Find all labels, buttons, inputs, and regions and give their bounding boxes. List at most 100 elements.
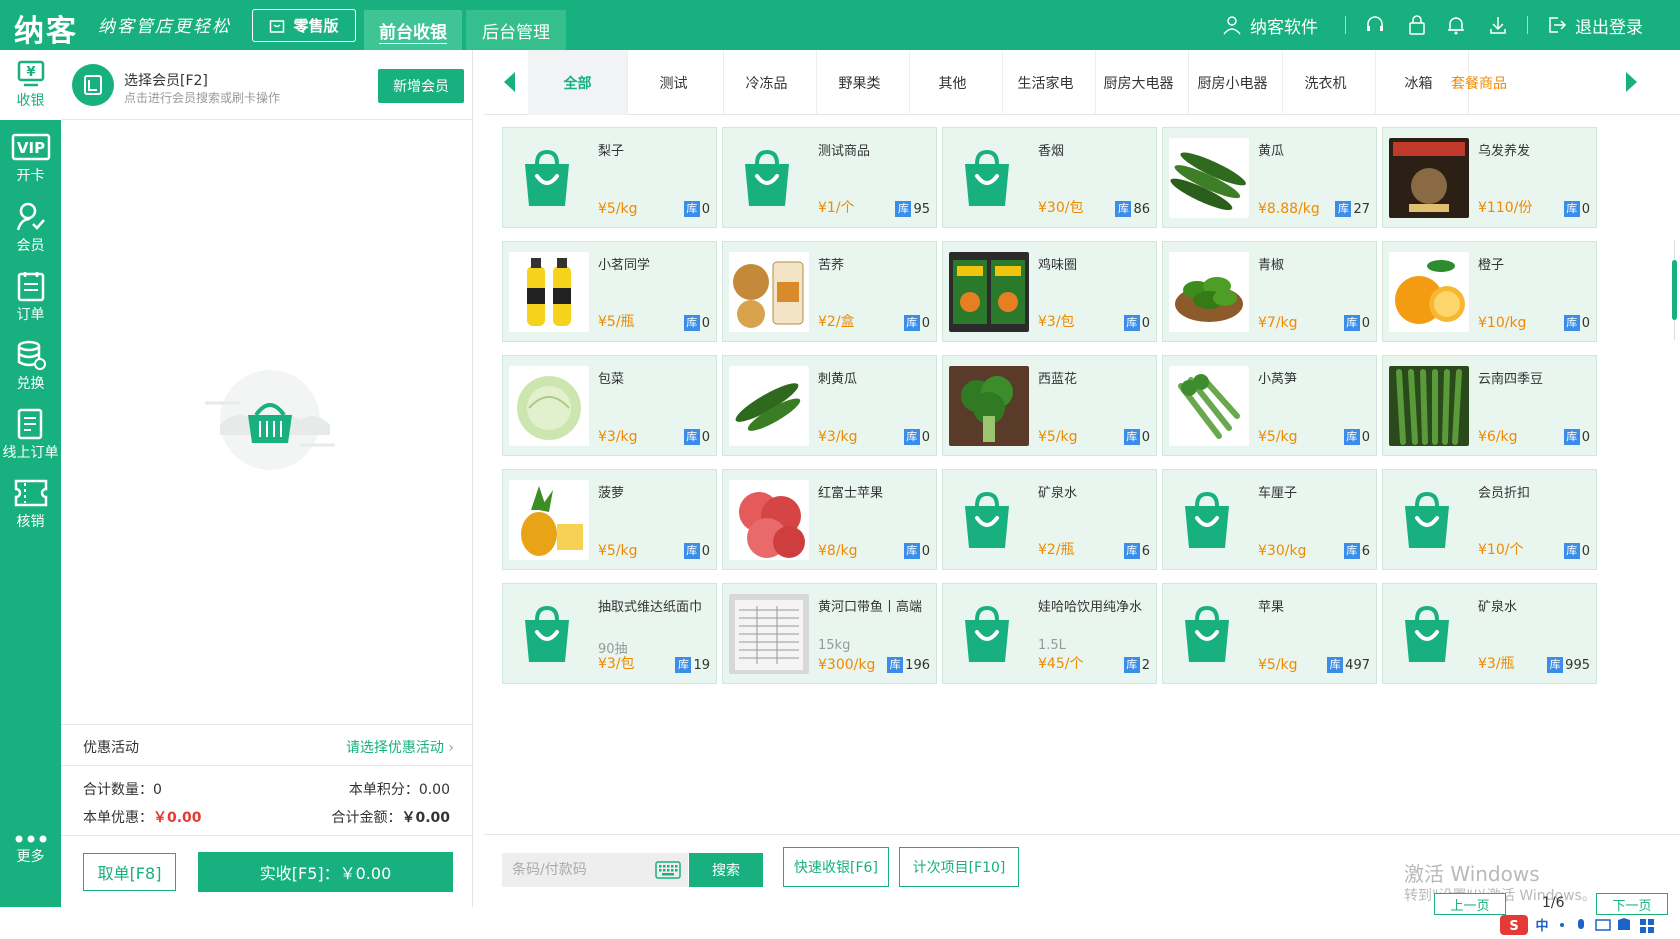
product-name: 黄河口带鱼丨高端 [818,600,923,615]
product-name: 车厘子 [1258,486,1298,501]
cancel-order-button[interactable]: 取单[F8] [83,853,176,891]
product-image [729,366,809,446]
keyboard-icon[interactable] [655,861,681,879]
product-area: 全部 测试 冷冻品 野果类 其他 生活家电 厨房大电器 厨房小电器 洗衣机 冰箱 套餐商品 梨子 ¥5… [484,50,1680,935]
sidebar-item-exchange[interactable]: 兑换 [0,331,61,401]
product-card[interactable]: 乌发养发 ¥110/份 库 0 [1382,127,1597,228]
user-menu[interactable]: 纳客软件 [1222,0,1318,50]
shopping-bag-icon [741,149,793,212]
product-card[interactable]: 黄河口带鱼丨高端 15kg ¥300/kg 库 196 [722,583,937,684]
product-card[interactable]: 车厘子 ¥30/kg 库 6 [1162,469,1377,570]
count-item-button[interactable]: 计次项目[F10] [899,847,1019,887]
product-card[interactable]: 小莴笋 ¥5/kg 库 0 [1162,355,1377,456]
category-tabs: 全部 测试 冷冻品 野果类 其他 生活家电 厨房大电器 厨房小电器 洗衣机 冰箱 套餐商品 [484,50,1680,115]
promo-row[interactable]: 优惠活动 请选择优惠活动 › [61,724,472,766]
category-tab[interactable]: 野果类 [810,50,910,115]
category-tab[interactable]: 全部 [528,50,628,115]
sidebar-item-more[interactable]: 更多 [0,820,61,880]
product-name: 梨子 [598,144,625,159]
member-selector[interactable]: 选择会员[F2] 点击进行会员搜索或刷卡操作 新增会员 [61,50,472,120]
product-stock: 库0 [683,201,710,217]
tab-back-admin[interactable]: 后台管理 [466,10,566,50]
quick-cashier-button[interactable]: 快速收银[F6] [783,847,889,887]
category-tab[interactable]: 套餐商品 [1444,50,1514,115]
product-card[interactable]: 黄瓜 ¥8.88/kg 库 27 [1162,127,1377,228]
checkout-actions: 取单[F8] 实收[F5]：￥0.00 [61,836,472,907]
category-tab[interactable]: 测试 [624,50,724,115]
product-card[interactable]: 菠萝 ¥5/kg 库 0 [502,469,717,570]
stock-badge: 库 [1123,657,1140,673]
product-name: 香烟 [1038,144,1065,159]
product-card[interactable]: 橙子 ¥10/kg 库 0 [1382,241,1597,342]
stock-value: 0 [1361,429,1370,445]
bottom-toolbar: 条码/付款码 搜索 快速收银[F6] 计次项目[F10] 激活 Windows … [484,834,1680,935]
download-button[interactable] [1489,0,1507,50]
sidebar-label: 开卡 [16,168,45,184]
product-card[interactable]: 青椒 ¥7/kg 库 0 [1162,241,1377,342]
product-name: 小茗同学 [598,258,651,273]
prev-page-button[interactable]: 上一页 [1434,893,1506,915]
product-card[interactable]: 红富士苹果 ¥8/kg 库 0 [722,469,937,570]
category-next-arrow[interactable] [1626,72,1637,92]
lock-button[interactable] [1408,0,1426,50]
product-card[interactable]: 会员折扣 ¥10/个 库 0 [1382,469,1597,570]
product-card[interactable]: 小茗同学 ¥5/瓶 库 0 [502,241,717,342]
search-button[interactable]: 搜索 [689,853,763,887]
empty-basket-illustration [205,370,335,470]
product-card[interactable]: 刺黄瓜 ¥3/kg 库 0 [722,355,937,456]
sidebar-item-open-card[interactable]: VIP 开卡 [0,124,61,194]
product-card[interactable]: 矿泉水 ¥2/瓶 库 6 [942,469,1157,570]
stock-badge: 库 [903,543,920,559]
tab-front-cashier[interactable]: 前台收银 [364,10,462,50]
product-card[interactable]: 测试商品 ¥1/个 库 95 [722,127,937,228]
sidebar-item-cashier[interactable]: ¥ 收银 [0,50,61,120]
product-stock: 库2 [1123,657,1150,673]
sidebar-item-member[interactable]: 会员 [0,193,61,263]
product-name: 青椒 [1258,258,1285,273]
product-stock: 库0 [1343,315,1370,331]
sidebar-item-verify[interactable]: 核销 [0,469,61,539]
support-button[interactable] [1365,0,1385,50]
member-subtitle: 点击进行会员搜索或刷卡操作 [124,91,281,105]
category-tab[interactable]: 冷冻品 [717,50,817,115]
scrollbar[interactable] [1672,260,1677,320]
next-page-button[interactable]: 下一页 [1596,893,1668,915]
sidebar-item-online-order[interactable]: 线上订单 [0,400,61,470]
notification-button[interactable] [1447,0,1465,50]
product-card[interactable]: 鸡味圈 ¥3/包 库 0 [942,241,1157,342]
ime-toolbar[interactable]: S 中 [1500,915,1680,935]
product-price: ¥6/kg [1478,429,1518,445]
product-spec: 15kg [818,638,851,653]
product-price: ¥3/瓶 [1478,656,1515,672]
category-tab[interactable]: 洗衣机 [1276,50,1376,115]
logout-button[interactable]: 退出登录 [1547,0,1643,50]
product-image [1389,252,1469,332]
product-card[interactable]: 香烟 ¥30/包 库 86 [942,127,1157,228]
product-name: 西蓝花 [1038,372,1078,387]
product-card[interactable]: 西蓝花 ¥5/kg 库 0 [942,355,1157,456]
product-card[interactable]: 娃哈哈饮用纯净水 1.5L ¥45/个 库 2 [942,583,1157,684]
category-prev-arrow[interactable] [504,72,515,92]
category-tab[interactable]: 厨房小电器 [1183,50,1283,115]
category-tab[interactable]: 厨房大电器 [1089,50,1189,115]
promo-select-link[interactable]: 请选择优惠活动 › [346,737,454,757]
product-card[interactable]: 矿泉水 ¥3/瓶 库 995 [1382,583,1597,684]
stock-value: 0 [1361,315,1370,331]
new-member-button[interactable]: 新增会员 [378,69,464,103]
pay-button[interactable]: 实收[F5]：￥0.00 [198,852,453,892]
product-card[interactable]: 苹果 ¥5/kg 库 497 [1162,583,1377,684]
product-price: ¥5/kg [598,543,638,559]
product-card[interactable]: 苦荞 ¥2/盒 库 0 [722,241,937,342]
product-name: 矿泉水 [1038,486,1078,501]
category-tab[interactable]: 其他 [903,50,1003,115]
edition-badge[interactable]: 零售版 [252,9,356,42]
stock-badge: 库 [895,201,912,217]
product-card[interactable]: 梨子 ¥5/kg 库 0 [502,127,717,228]
product-card[interactable]: 抽取式维达纸面巾 90抽 ¥3/包库 19 [502,583,717,684]
product-card[interactable]: 包菜 ¥3/kg 库 0 [502,355,717,456]
product-price: ¥300/kg [818,657,876,673]
product-stock: 库 86 [1115,201,1150,217]
sidebar-item-order[interactable]: 订单 [0,262,61,332]
product-card[interactable]: 云南四季豆 ¥6/kg 库 0 [1382,355,1597,456]
category-tab[interactable]: 生活家电 [996,50,1096,115]
